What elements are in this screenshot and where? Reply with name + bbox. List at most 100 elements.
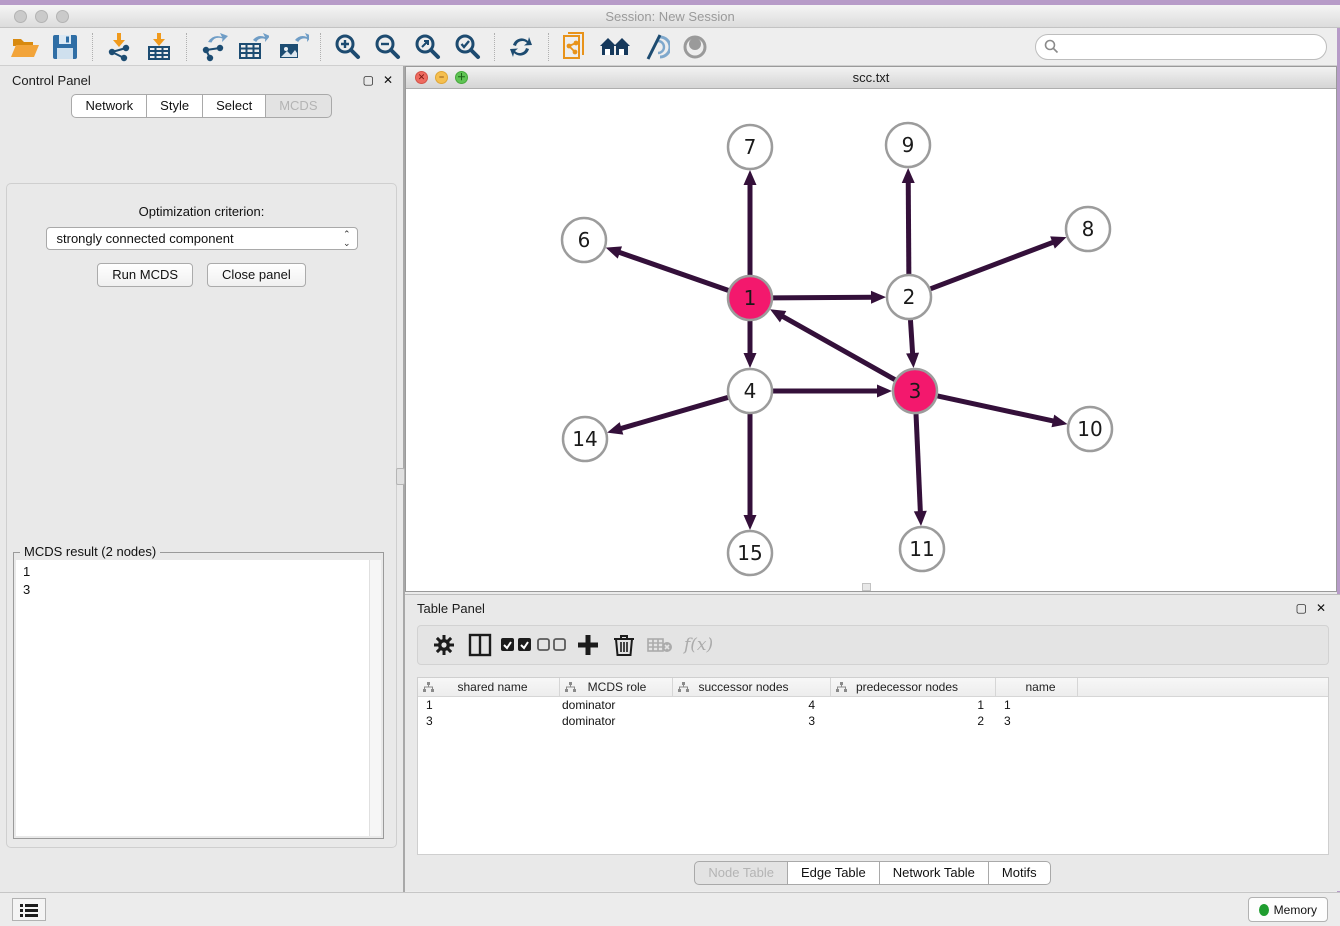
table-cell[interactable]: 4 xyxy=(673,697,831,713)
column-type-icon xyxy=(836,682,847,693)
tab-select[interactable]: Select xyxy=(202,94,266,118)
zoom-out-icon[interactable] xyxy=(370,31,404,63)
export-table-icon[interactable] xyxy=(236,31,270,63)
table-cell[interactable]: 3 xyxy=(673,713,831,729)
panel-splitter-handle[interactable] xyxy=(396,468,405,485)
graph-edge-1-6[interactable] xyxy=(618,252,728,291)
float-table-panel-icon[interactable]: ▢ xyxy=(1296,602,1307,614)
column-name[interactable]: name xyxy=(996,678,1078,696)
network-resize-handle[interactable] xyxy=(862,583,871,591)
network-window-title: scc.txt xyxy=(406,70,1336,85)
network-view-window: ✕ − ＋ scc.txt 7968124314101511 xyxy=(405,66,1337,592)
table-cell[interactable]: 3 xyxy=(418,713,560,729)
home-icon[interactable] xyxy=(598,31,632,63)
list-icon xyxy=(20,903,38,917)
select-all-checkboxes-icon[interactable] xyxy=(498,629,534,661)
function-builder-icon[interactable]: f(x) xyxy=(684,635,713,655)
mcds-result-text: 1 3 xyxy=(16,560,381,599)
column-mcds-role[interactable]: MCDS role xyxy=(560,678,673,696)
tab-node-table[interactable]: Node Table xyxy=(694,861,788,885)
graph-node-label: 1 xyxy=(744,286,757,310)
result-scrollbar[interactable] xyxy=(369,560,381,836)
table-cell[interactable]: dominator xyxy=(560,713,673,729)
toolbar-search[interactable] xyxy=(1035,34,1327,60)
column-predecessor-nodes[interactable]: predecessor nodes xyxy=(831,678,996,696)
task-history-button[interactable] xyxy=(12,898,46,921)
zoom-selected-icon[interactable] xyxy=(450,31,484,63)
graph-edge-arrowhead xyxy=(1051,415,1067,428)
add-row-icon[interactable] xyxy=(570,629,606,661)
table-cell[interactable]: 1 xyxy=(831,697,996,713)
table-panel-title: Table Panel xyxy=(417,601,485,616)
select-stepper-icon: ⌃⌄ xyxy=(343,230,351,248)
table-cell[interactable]: dominator xyxy=(560,697,673,713)
network-window-titlebar: ✕ − ＋ scc.txt xyxy=(406,67,1336,89)
graph-edge-2-3[interactable] xyxy=(910,320,912,355)
graph-node-label: 10 xyxy=(1077,417,1102,441)
table-toolbar: f(x) xyxy=(417,625,1329,665)
graph-edge-2-8[interactable] xyxy=(931,242,1055,289)
mcds-result-box[interactable]: 1 3 xyxy=(16,560,381,836)
zoom-in-icon[interactable] xyxy=(330,31,364,63)
tab-motifs[interactable]: Motifs xyxy=(988,861,1051,885)
export-network-icon[interactable] xyxy=(196,31,230,63)
graph-edge-4-14[interactable] xyxy=(620,397,728,429)
show-column-icon[interactable] xyxy=(462,629,498,661)
mcds-panel-body: Optimization criterion: strongly connect… xyxy=(6,183,397,848)
export-image-icon[interactable] xyxy=(276,31,310,63)
table-cell[interactable]: 2 xyxy=(831,713,996,729)
close-table-panel-icon[interactable]: ✕ xyxy=(1316,602,1326,614)
tab-edge-table[interactable]: Edge Table xyxy=(787,861,880,885)
save-session-icon[interactable] xyxy=(48,31,82,63)
main-toolbar xyxy=(0,28,1337,66)
tab-network-table[interactable]: Network Table xyxy=(879,861,989,885)
memory-label: Memory xyxy=(1274,903,1317,917)
graph-edge-2-9[interactable] xyxy=(908,181,909,274)
close-panel-icon[interactable]: ✕ xyxy=(383,74,393,86)
graph-edge-arrowhead xyxy=(744,170,757,185)
float-panel-icon[interactable]: ▢ xyxy=(363,74,374,86)
table-tabs: Node Table Edge Table Network Table Moti… xyxy=(405,861,1340,885)
table-body: 1dominator4113dominator323 xyxy=(418,697,1328,729)
open-session-icon[interactable] xyxy=(8,31,42,63)
column-successor-nodes[interactable]: successor nodes xyxy=(673,678,831,696)
column-shared-name[interactable]: shared name xyxy=(418,678,560,696)
deselect-all-checkboxes-icon[interactable] xyxy=(534,629,570,661)
table-header-row: shared name MCDS role successor nodes pr… xyxy=(418,678,1328,697)
table-row[interactable]: 3dominator323 xyxy=(418,713,1328,729)
graph-edge-arrowhead xyxy=(906,353,919,368)
open-network-file-icon[interactable] xyxy=(558,31,592,63)
network-canvas[interactable]: 7968124314101511 xyxy=(406,89,1336,591)
table-cell[interactable]: 1 xyxy=(418,697,560,713)
network-graph: 7968124314101511 xyxy=(406,89,1336,591)
graph-edge-3-10[interactable] xyxy=(937,396,1054,421)
settings-gear-icon[interactable] xyxy=(426,629,462,661)
import-network-icon[interactable] xyxy=(102,31,136,63)
close-panel-button[interactable]: Close panel xyxy=(207,263,306,287)
table-cell[interactable]: 3 xyxy=(996,713,1078,729)
tab-network[interactable]: Network xyxy=(71,94,147,118)
table-cell[interactable]: 1 xyxy=(996,697,1078,713)
refresh-icon[interactable] xyxy=(504,31,538,63)
memory-button[interactable]: Memory xyxy=(1248,897,1328,922)
zoom-fit-icon[interactable] xyxy=(410,31,444,63)
graph-edge-arrowhead xyxy=(871,291,886,304)
tab-mcds[interactable]: MCDS xyxy=(265,94,331,118)
tab-style[interactable]: Style xyxy=(146,94,203,118)
import-table-icon[interactable] xyxy=(142,31,176,63)
graph-edge-arrowhead xyxy=(744,515,757,530)
hide-graphics-details-icon[interactable] xyxy=(638,31,672,63)
show-graphics-details-icon[interactable] xyxy=(678,31,712,63)
search-input[interactable] xyxy=(1064,39,1314,54)
graph-edge-3-11[interactable] xyxy=(916,414,920,513)
run-mcds-button[interactable]: Run MCDS xyxy=(97,263,193,287)
criterion-select[interactable]: strongly connected component ⌃⌄ xyxy=(46,227,358,250)
graph-edge-1-2[interactable] xyxy=(773,297,873,298)
table-row[interactable]: 1dominator411 xyxy=(418,697,1328,713)
delete-row-icon[interactable] xyxy=(606,629,642,661)
delete-table-icon[interactable] xyxy=(642,629,678,661)
graph-edge-arrowhead xyxy=(902,168,915,183)
graph-edge-3-1[interactable] xyxy=(781,316,895,380)
graph-node-label: 2 xyxy=(903,285,916,309)
graph-edge-arrowhead xyxy=(606,246,622,258)
